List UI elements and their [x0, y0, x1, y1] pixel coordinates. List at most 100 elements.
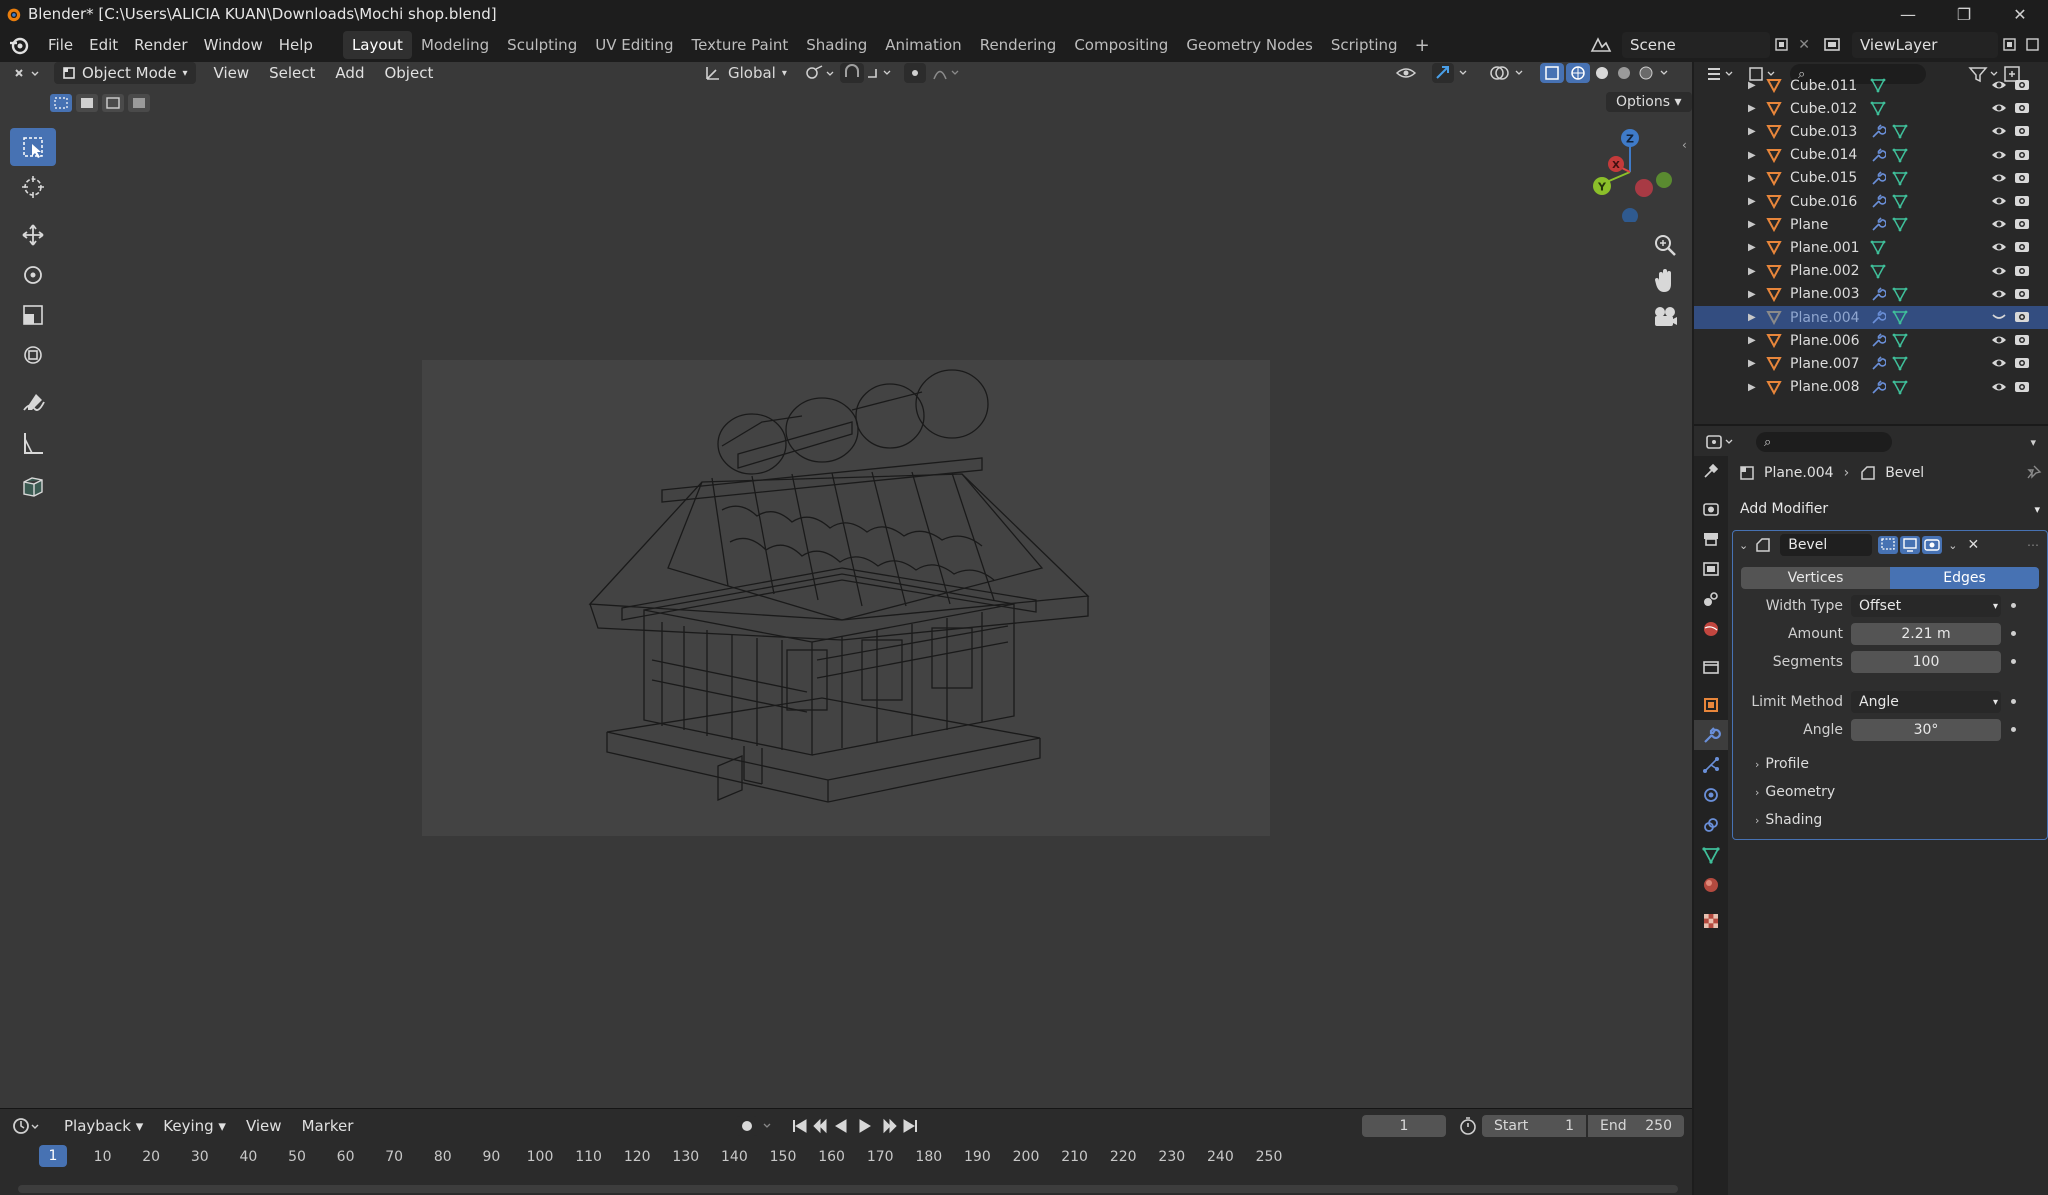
keyframe-dot-icon[interactable]: [2011, 699, 2016, 704]
pin-icon[interactable]: [2024, 464, 2042, 482]
expand-arrow-icon[interactable]: ▶: [1748, 335, 1756, 346]
mesh-data-icon[interactable]: [1892, 170, 1908, 186]
overlays-icon[interactable]: [1488, 62, 1528, 84]
mesh-data-icon[interactable]: [1892, 332, 1908, 348]
outliner-row[interactable]: ▶ Cube.013: [1694, 120, 2048, 143]
outliner-row[interactable]: ▶ Cube.011: [1694, 74, 2048, 97]
shading-modes-icon[interactable]: [1566, 62, 1676, 84]
outliner-row[interactable]: ▶ Plane.003: [1694, 283, 2048, 306]
chevron-down-icon[interactable]: ▾: [2030, 436, 2036, 449]
expand-arrow-icon[interactable]: ▶: [1748, 358, 1756, 369]
modifier-wrench-icon[interactable]: [1870, 170, 1886, 186]
stopwatch-icon[interactable]: [1456, 1115, 1480, 1137]
expand-arrow-icon[interactable]: ▶: [1748, 242, 1756, 253]
view-layer-selector[interactable]: ViewLayer: [1820, 32, 2044, 58]
render-toggle[interactable]: [2014, 286, 2030, 306]
add-cube-tool[interactable]: [10, 468, 56, 506]
outliner-row[interactable]: ▶ Plane.001: [1694, 236, 2048, 259]
xray-toggle-icon[interactable]: [1540, 62, 1566, 84]
transform-orientation-dropdown[interactable]: Global ▾: [704, 64, 787, 82]
keyframe-dot-icon[interactable]: [2011, 603, 2016, 608]
outliner-row[interactable]: ▶ Cube.014: [1694, 144, 2048, 167]
visibility-filter-icon[interactable]: [1394, 63, 1424, 83]
tab-compositing[interactable]: Compositing: [1065, 31, 1177, 59]
camera-view-icon[interactable]: [1650, 302, 1680, 332]
eye-icon[interactable]: [1990, 239, 2008, 255]
mesh-data-icon[interactable]: [1892, 286, 1908, 302]
affect-edges-button[interactable]: Edges: [1890, 567, 2039, 589]
tab-output[interactable]: [1694, 524, 1728, 554]
tab-shading[interactable]: Shading: [797, 31, 876, 59]
visibility-toggle[interactable]: [1990, 332, 2008, 352]
playback-menu[interactable]: Playback ▾: [54, 1117, 153, 1135]
outliner-row[interactable]: ▶ Plane.002: [1694, 260, 2048, 283]
tab-physics[interactable]: [1694, 780, 1728, 810]
segments-field[interactable]: 100: [1851, 651, 2001, 673]
tab-geometry-nodes[interactable]: Geometry Nodes: [1177, 31, 1322, 59]
expand-arrow-icon[interactable]: ▶: [1748, 266, 1756, 277]
add-workspace-button[interactable]: +: [1407, 35, 1438, 56]
eye-icon[interactable]: [1990, 193, 2008, 209]
render-toggle[interactable]: [2014, 263, 2030, 283]
modifier-name-field[interactable]: Bevel: [1780, 534, 1873, 556]
navigation-gizmo[interactable]: Z Y X: [1580, 122, 1680, 222]
mesh-data-icon[interactable]: [1892, 216, 1908, 232]
tab-rendering[interactable]: Rendering: [971, 31, 1066, 59]
eye-icon[interactable]: [1990, 286, 2008, 302]
eye-icon[interactable]: [1990, 147, 2008, 163]
eye-icon[interactable]: [1990, 355, 2008, 371]
mesh-data-icon[interactable]: [1870, 100, 1886, 116]
selection-mode-icons[interactable]: [50, 92, 162, 114]
tab-layout[interactable]: Layout: [342, 31, 412, 59]
visibility-toggle[interactable]: [1990, 100, 2008, 120]
add-modifier-dropdown[interactable]: Add Modifier ▾: [1732, 496, 2048, 522]
tab-texture-paint[interactable]: Texture Paint: [682, 31, 797, 59]
menu-file[interactable]: File: [40, 36, 81, 54]
copy-scene-icon[interactable]: [1770, 36, 1794, 54]
tab-particles[interactable]: [1694, 750, 1728, 780]
angle-field[interactable]: 30°: [1851, 719, 2001, 741]
properties-editor-type-icon[interactable]: [1704, 432, 1738, 452]
snap-icon[interactable]: [840, 62, 900, 84]
pan-view-icon[interactable]: [1650, 266, 1680, 296]
profile-subpanel[interactable]: › Profile: [1733, 753, 2047, 775]
tab-view-layer[interactable]: [1694, 554, 1728, 584]
affect-vertices-button[interactable]: Vertices: [1741, 567, 1890, 589]
visibility-toggle[interactable]: [1990, 379, 2008, 399]
move-tool[interactable]: [10, 216, 56, 254]
end-frame-field[interactable]: End 250: [1588, 1115, 1684, 1137]
tab-sculpting[interactable]: Sculpting: [498, 31, 586, 59]
mode-dropdown[interactable]: Object Mode ▾: [54, 62, 196, 84]
eye-icon[interactable]: [1990, 379, 2008, 395]
menu-help[interactable]: Help: [271, 36, 321, 54]
outliner-row[interactable]: ▶ Plane.004: [1694, 306, 2048, 329]
rotate-tool[interactable]: [10, 256, 56, 294]
render-toggle[interactable]: [2014, 239, 2030, 259]
keyframe-dot-icon[interactable]: [2011, 727, 2016, 732]
transform-tool[interactable]: [10, 336, 56, 374]
modifier-wrench-icon[interactable]: [1870, 286, 1886, 302]
close-window-button[interactable]: ✕: [1992, 0, 2048, 28]
visibility-toggle[interactable]: [1990, 77, 2008, 97]
current-frame-field[interactable]: 1: [1362, 1115, 1446, 1137]
expand-arrow-icon[interactable]: ▶: [1748, 103, 1756, 114]
eye-icon[interactable]: [1990, 77, 2008, 93]
outliner-row[interactable]: ▶ Cube.015: [1694, 167, 2048, 190]
outliner-row[interactable]: ▶ Plane.008: [1694, 376, 2048, 399]
mesh-data-icon[interactable]: [1870, 263, 1886, 279]
render-toggle[interactable]: [2014, 379, 2030, 399]
visibility-toggle[interactable]: [1990, 170, 2008, 190]
mesh-data-icon[interactable]: [1870, 77, 1886, 93]
menu-add[interactable]: Add: [325, 64, 374, 82]
tab-tool[interactable]: [1694, 456, 1728, 486]
outliner-row[interactable]: ▶ Plane.006: [1694, 329, 2048, 352]
drag-handle-icon[interactable]: ⋯: [2027, 538, 2039, 552]
render-toggle[interactable]: [2014, 123, 2030, 143]
render-toggle[interactable]: [2014, 355, 2030, 375]
delete-modifier-icon[interactable]: ✕: [1967, 537, 1979, 553]
modifier-wrench-icon[interactable]: [1870, 309, 1886, 325]
scene-name[interactable]: Scene: [1622, 32, 1771, 58]
tab-uv-editing[interactable]: UV Editing: [586, 31, 682, 59]
auto-keying-icon[interactable]: [736, 1115, 776, 1137]
modifier-wrench-icon[interactable]: [1870, 216, 1886, 232]
